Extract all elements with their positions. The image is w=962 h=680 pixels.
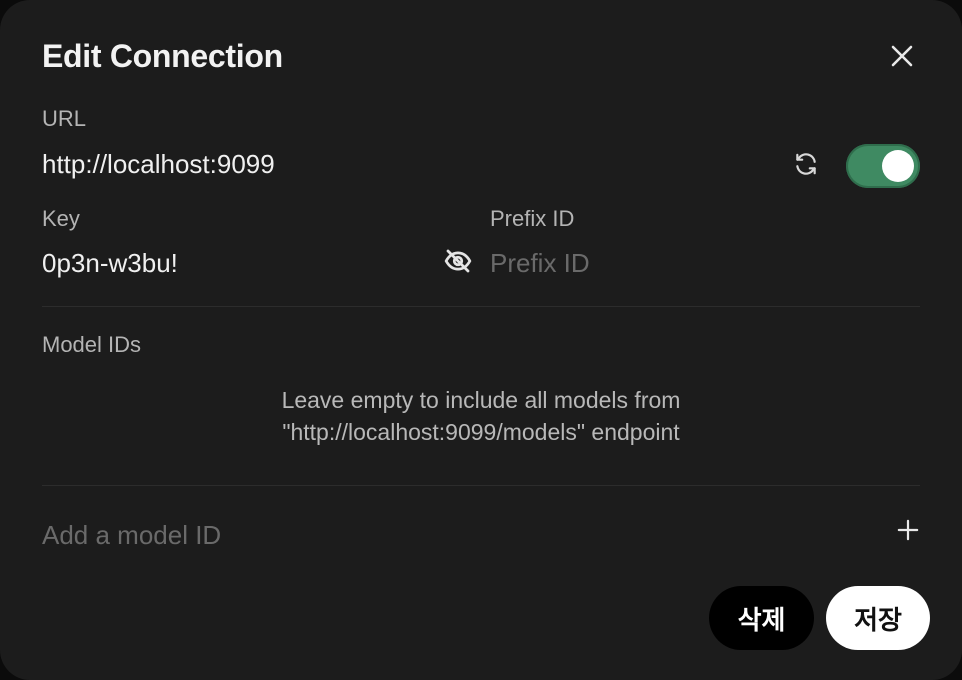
- toggle-key-visibility-button[interactable]: [440, 245, 476, 281]
- plus-icon: [897, 519, 919, 546]
- delete-button[interactable]: 삭제: [709, 586, 814, 650]
- add-model-button[interactable]: [890, 514, 926, 550]
- model-ids-label: Model IDs: [42, 332, 142, 357]
- close-icon: [890, 44, 914, 73]
- save-button[interactable]: 저장: [826, 586, 930, 650]
- add-model-id-input[interactable]: [42, 517, 862, 553]
- key-label: Key: [42, 206, 80, 231]
- connection-enabled-toggle[interactable]: [846, 144, 920, 188]
- url-input[interactable]: [42, 146, 762, 182]
- edit-connection-dialog: Edit Connection URL Key: [0, 0, 962, 680]
- verify-connection-button[interactable]: [788, 148, 824, 184]
- section-divider: [42, 306, 920, 307]
- model-ids-help-text: Leave empty to include all models from "…: [42, 384, 920, 448]
- toggle-knob: [882, 150, 914, 182]
- url-label: URL: [42, 106, 87, 131]
- eye-off-icon: [443, 246, 473, 281]
- model-list-divider: [42, 485, 920, 486]
- key-input[interactable]: [42, 245, 422, 281]
- prefix-id-label: Prefix ID: [490, 206, 575, 231]
- help-text-line-1: Leave empty to include all models from: [281, 387, 681, 413]
- dialog-title: Edit Connection: [42, 38, 283, 74]
- prefix-id-input[interactable]: [490, 245, 920, 281]
- close-button[interactable]: [884, 40, 920, 76]
- refresh-icon: [793, 151, 819, 182]
- help-text-line-2: "http://localhost:9099/models" endpoint: [282, 419, 680, 445]
